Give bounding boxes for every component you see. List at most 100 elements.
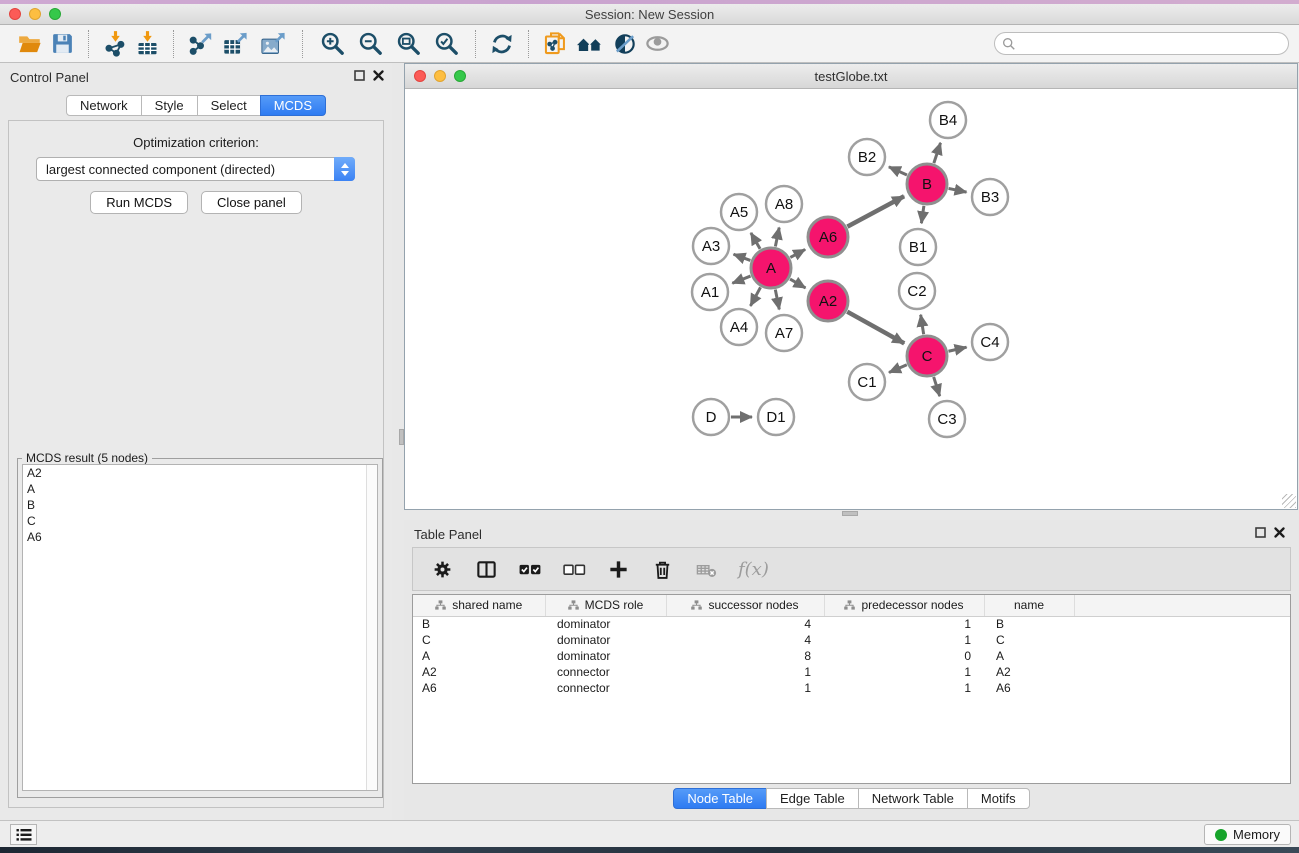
function-builder-button[interactable]: f(x): [735, 554, 779, 584]
table-cell[interactable]: A6: [413, 680, 545, 696]
table-cell[interactable]: A2: [984, 664, 1074, 680]
graph-edge-B-B4[interactable]: [934, 143, 941, 163]
mcds-result-list[interactable]: A2ABCA6: [22, 464, 378, 791]
table-cell[interactable]: dominator: [545, 648, 666, 664]
graph-edge-A-A3[interactable]: [734, 254, 751, 260]
graph-edge-C-C2[interactable]: [921, 315, 924, 335]
table-cell[interactable]: C: [413, 632, 545, 648]
graph-edge-A-A5[interactable]: [751, 233, 760, 249]
column-header-predecessor-nodes[interactable]: predecessor nodes: [824, 595, 984, 616]
table-cell[interactable]: A: [413, 648, 545, 664]
graph-edge-C-C3[interactable]: [934, 377, 940, 396]
export-table-button[interactable]: [216, 29, 254, 59]
table-cell[interactable]: 1: [824, 616, 984, 632]
tab-motifs[interactable]: Motifs: [967, 788, 1030, 809]
graph-edge-A-A7[interactable]: [775, 290, 779, 310]
network-window-titlebar[interactable]: testGlobe.txt: [405, 64, 1297, 89]
graph-edge-B-B1[interactable]: [921, 206, 923, 223]
graph-edge-B-B2[interactable]: [889, 167, 907, 175]
run-mcds-button[interactable]: Run MCDS: [90, 191, 188, 214]
first-neighbors-button[interactable]: [571, 29, 609, 59]
table-row[interactable]: Adominator80A: [413, 648, 1290, 664]
graph-edge-B-B3[interactable]: [949, 188, 967, 192]
network-canvas[interactable]: B4B2BB3A5A8A6B1A3AA1C2A2A4A7C4CC1C3DD1: [405, 89, 1297, 509]
search-input[interactable]: [994, 32, 1289, 55]
toggle-details-button[interactable]: [609, 29, 641, 59]
table-cell[interactable]: dominator: [545, 632, 666, 648]
graph-edge-A6-B[interactable]: [847, 196, 904, 226]
unselect-all-columns-button[interactable]: [559, 554, 589, 584]
table-cell[interactable]: 1: [824, 680, 984, 696]
show-hide-eye-button[interactable]: [641, 29, 673, 59]
table-cell[interactable]: 1: [666, 680, 824, 696]
table-cell[interactable]: 1: [824, 664, 984, 680]
import-table-button[interactable]: [131, 29, 163, 59]
show-panels-button[interactable]: [10, 824, 37, 845]
graph-edge-A2-C[interactable]: [847, 312, 904, 344]
graph-edge-A-A6[interactable]: [790, 249, 805, 257]
column-header-mcds-role[interactable]: MCDS role: [545, 595, 666, 616]
tab-style[interactable]: Style: [141, 95, 198, 116]
table-cell[interactable]: 0: [824, 648, 984, 664]
table-cell[interactable]: dominator: [545, 616, 666, 632]
zoom-in-button[interactable]: [313, 29, 351, 59]
column-header-shared-name[interactable]: shared name: [413, 595, 545, 616]
zoom-selected-button[interactable]: [427, 29, 465, 59]
graph-edge-C-C1[interactable]: [889, 365, 907, 373]
close-panel-icon[interactable]: [1274, 527, 1285, 538]
close-panel-button[interactable]: Close panel: [201, 191, 302, 214]
result-item[interactable]: C: [23, 513, 377, 529]
split-divider-handle[interactable]: [842, 511, 858, 516]
delete-table-button[interactable]: [691, 554, 721, 584]
table-row[interactable]: A2connector11A2: [413, 664, 1290, 680]
save-session-button[interactable]: [46, 29, 78, 59]
table-cell[interactable]: 4: [666, 616, 824, 632]
table-row[interactable]: Bdominator41B: [413, 616, 1290, 632]
network-graph[interactable]: B4B2BB3A5A8A6B1A3AA1C2A2A4A7C4CC1C3DD1: [405, 89, 1297, 509]
table-cell[interactable]: A: [984, 648, 1074, 664]
clone-network-button[interactable]: [539, 29, 571, 59]
zoom-fit-button[interactable]: [389, 29, 427, 59]
table-row[interactable]: Cdominator41C: [413, 632, 1290, 648]
table-cell[interactable]: 1: [666, 664, 824, 680]
table-cell[interactable]: C: [984, 632, 1074, 648]
table-cell[interactable]: B: [413, 616, 545, 632]
graph-edge-A-A2[interactable]: [790, 279, 805, 288]
select-all-columns-button[interactable]: [515, 554, 545, 584]
table-cell[interactable]: B: [984, 616, 1074, 632]
result-item[interactable]: A2: [23, 465, 377, 481]
criterion-select[interactable]: largest connected component (directed): [36, 157, 355, 181]
memory-button[interactable]: Memory: [1204, 824, 1291, 845]
result-item[interactable]: B: [23, 497, 377, 513]
graph-edge-C-C4[interactable]: [948, 347, 966, 351]
close-panel-icon[interactable]: [373, 70, 384, 81]
tab-network-table[interactable]: Network Table: [858, 788, 968, 809]
graph-edge-A-A4[interactable]: [750, 287, 760, 306]
export-image-button[interactable]: [254, 29, 292, 59]
graph-edge-A-A8[interactable]: [775, 228, 779, 247]
column-header-successor-nodes[interactable]: successor nodes: [666, 595, 824, 616]
result-item[interactable]: A: [23, 481, 377, 497]
open-session-button[interactable]: [14, 29, 46, 59]
table-cell[interactable]: connector: [545, 680, 666, 696]
create-column-button[interactable]: [603, 554, 633, 584]
float-panel-icon[interactable]: [1255, 527, 1266, 538]
float-panel-icon[interactable]: [354, 70, 365, 81]
split-divider-handle[interactable]: [399, 429, 404, 445]
table-cell[interactable]: 8: [666, 648, 824, 664]
column-header-name[interactable]: name: [984, 595, 1074, 616]
table-cell[interactable]: 4: [666, 632, 824, 648]
graph-edge-A-A1[interactable]: [732, 276, 750, 283]
tab-edge-table[interactable]: Edge Table: [766, 788, 859, 809]
table-cell[interactable]: 1: [824, 632, 984, 648]
table-cell[interactable]: A6: [984, 680, 1074, 696]
result-list-scrollbar[interactable]: [366, 465, 377, 790]
tab-select[interactable]: Select: [197, 95, 261, 116]
table-cell[interactable]: connector: [545, 664, 666, 680]
window-resize-grip[interactable]: [1282, 494, 1296, 508]
export-network-button[interactable]: [184, 29, 216, 59]
refresh-styles-button[interactable]: [486, 29, 518, 59]
table-row[interactable]: A6connector11A6: [413, 680, 1290, 696]
delete-column-button[interactable]: [647, 554, 677, 584]
table-settings-button[interactable]: [427, 554, 457, 584]
